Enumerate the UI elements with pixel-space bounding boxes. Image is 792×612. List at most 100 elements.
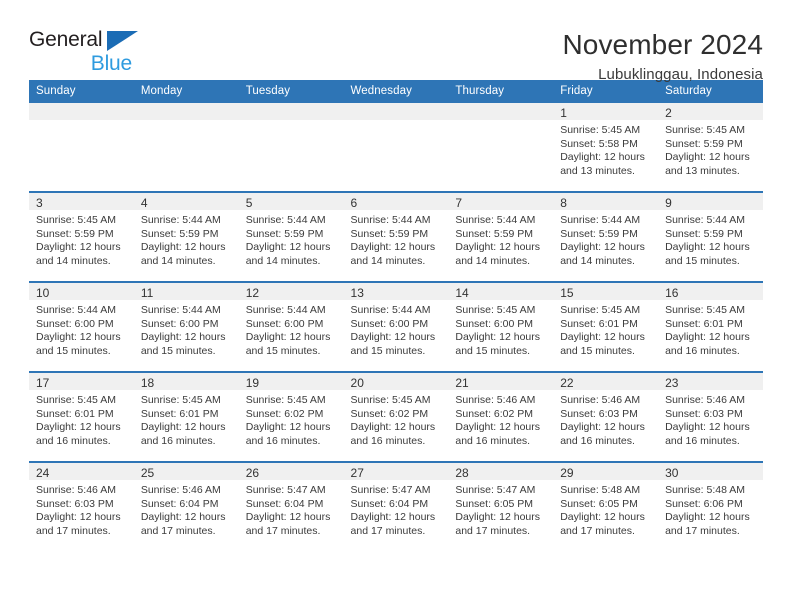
day-cell[interactable]: 19 Sunrise: 5:45 AM Sunset: 6:02 PM Dayl… [238, 371, 344, 462]
day-cell[interactable]: 6 Sunrise: 5:44 AM Sunset: 5:59 PM Dayli… [343, 191, 449, 282]
day-cell[interactable] [448, 103, 554, 192]
daylight-text-line2: and 15 minutes. [560, 344, 635, 357]
day-cell[interactable]: 22 Sunrise: 5:46 AM Sunset: 6:03 PM Dayl… [553, 371, 659, 462]
daylight-text-line2: and 17 minutes. [36, 524, 111, 537]
day-number: 13 [350, 286, 364, 300]
general-blue-logo[interactable]: General Blue [29, 28, 141, 76]
sunset-text: Sunset: 6:04 PM [350, 497, 429, 510]
daylight-text-line1: Daylight: 12 hours [140, 511, 226, 524]
sunset-text: Sunset: 6:00 PM [455, 317, 534, 330]
daylight-text-line2: and 16 minutes. [140, 434, 216, 447]
day-number: 26 [245, 466, 260, 480]
day-cell[interactable]: 7 Sunrise: 5:44 AM Sunset: 5:59 PM Dayli… [448, 191, 554, 282]
day-number: 5 [245, 196, 253, 210]
daylight-text-line2: and 15 minutes. [36, 344, 111, 357]
day-cell[interactable]: 13 Sunrise: 5:44 AM Sunset: 6:00 PM Dayl… [343, 281, 449, 372]
day-number-band: 19 [238, 373, 344, 390]
daylight-text-line2: and 14 minutes. [350, 254, 426, 267]
day-cell[interactable]: 4 Sunrise: 5:44 AM Sunset: 5:59 PM Dayli… [133, 191, 239, 282]
title-block: November 2024 Lubuklinggau, Indonesia [562, 28, 763, 86]
day-cell[interactable]: 24 Sunrise: 5:46 AM Sunset: 6:03 PM Dayl… [29, 461, 134, 551]
day-cell[interactable]: 9 Sunrise: 5:44 AM Sunset: 5:59 PM Dayli… [658, 191, 763, 282]
daylight-text-line2: and 14 minutes. [455, 254, 531, 267]
sunrise-text: Sunrise: 5:45 AM [245, 394, 326, 406]
daylight-text-line2: and 16 minutes. [665, 344, 740, 357]
day-cell[interactable]: 11 Sunrise: 5:44 AM Sunset: 6:00 PM Dayl… [133, 281, 239, 372]
sunset-text: Sunset: 6:05 PM [455, 497, 534, 510]
day-cell[interactable]: 12 Sunrise: 5:44 AM Sunset: 6:00 PM Dayl… [238, 281, 344, 372]
day-details: Sunrise: 5:45 AM Sunset: 6:01 PM Dayligh… [134, 390, 239, 448]
day-cell[interactable]: 29 Sunrise: 5:48 AM Sunset: 6:05 PM Dayl… [553, 461, 659, 551]
day-number-band [133, 103, 239, 120]
daylight-text-line2: and 16 minutes. [245, 434, 321, 447]
day-cell[interactable] [238, 103, 344, 192]
daylight-text-line2: and 15 minutes. [245, 344, 321, 357]
day-cell[interactable]: 20 Sunrise: 5:45 AM Sunset: 6:02 PM Dayl… [343, 371, 449, 462]
weekday-header-thursday: Thursday [448, 80, 554, 103]
daylight-text-line2: and 17 minutes. [455, 524, 531, 537]
sunrise-text: Sunrise: 5:44 AM [560, 214, 641, 226]
daylight-text-line2: and 14 minutes. [36, 254, 111, 267]
sunrise-text: Sunrise: 5:45 AM [665, 124, 746, 136]
calendar-week-row: 24 Sunrise: 5:46 AM Sunset: 6:03 PM Dayl… [29, 461, 763, 551]
daylight-text-line2: and 14 minutes. [140, 254, 216, 267]
day-cell[interactable]: 15 Sunrise: 5:45 AM Sunset: 6:01 PM Dayl… [553, 281, 659, 372]
day-cell[interactable]: 21 Sunrise: 5:46 AM Sunset: 6:02 PM Dayl… [448, 371, 554, 462]
day-number: 6 [350, 196, 358, 210]
day-cell[interactable]: 28 Sunrise: 5:47 AM Sunset: 6:05 PM Dayl… [448, 461, 554, 551]
day-cell[interactable]: 14 Sunrise: 5:45 AM Sunset: 6:00 PM Dayl… [448, 281, 554, 372]
sunrise-text: Sunrise: 5:44 AM [245, 304, 326, 316]
day-cell[interactable]: 1 Sunrise: 5:45 AM Sunset: 5:58 PM Dayli… [553, 103, 659, 192]
sunset-text: Sunset: 6:00 PM [245, 317, 324, 330]
day-cell[interactable]: 17 Sunrise: 5:45 AM Sunset: 6:01 PM Dayl… [29, 371, 134, 462]
day-cell[interactable]: 5 Sunrise: 5:44 AM Sunset: 5:59 PM Dayli… [238, 191, 344, 282]
day-cell[interactable]: 25 Sunrise: 5:46 AM Sunset: 6:04 PM Dayl… [133, 461, 239, 551]
daylight-text-line1: Daylight: 12 hours [350, 421, 436, 434]
day-cell[interactable]: 8 Sunrise: 5:44 AM Sunset: 5:59 PM Dayli… [553, 191, 659, 282]
day-details: Sunrise: 5:44 AM Sunset: 6:00 PM Dayligh… [29, 300, 134, 358]
day-details: Sunrise: 5:47 AM Sunset: 6:04 PM Dayligh… [344, 480, 449, 538]
day-number: 27 [350, 466, 364, 480]
day-number: 9 [665, 196, 672, 210]
day-cell[interactable]: 2 Sunrise: 5:45 AM Sunset: 5:59 PM Dayli… [658, 103, 763, 192]
day-cell[interactable]: 30 Sunrise: 5:48 AM Sunset: 6:06 PM Dayl… [658, 461, 763, 551]
day-cell[interactable]: 18 Sunrise: 5:45 AM Sunset: 6:01 PM Dayl… [133, 371, 239, 462]
day-number: 4 [140, 196, 148, 210]
day-cell[interactable]: 10 Sunrise: 5:44 AM Sunset: 6:00 PM Dayl… [29, 281, 134, 372]
day-cell[interactable]: 16 Sunrise: 5:45 AM Sunset: 6:01 PM Dayl… [658, 281, 763, 372]
day-cell[interactable]: 3 Sunrise: 5:45 AM Sunset: 5:59 PM Dayli… [29, 191, 134, 282]
sunrise-text: Sunrise: 5:45 AM [560, 124, 641, 136]
day-details: Sunrise: 5:44 AM Sunset: 6:00 PM Dayligh… [134, 300, 239, 358]
day-details [239, 120, 344, 124]
day-cell[interactable]: 27 Sunrise: 5:47 AM Sunset: 6:04 PM Dayl… [343, 461, 449, 551]
day-number-band: 13 [343, 283, 449, 300]
day-number: 16 [665, 286, 679, 300]
calendar-body: 1 Sunrise: 5:45 AM Sunset: 5:58 PM Dayli… [29, 103, 763, 551]
calendar-week-row: 1 Sunrise: 5:45 AM Sunset: 5:58 PM Dayli… [29, 103, 763, 192]
weekday-header-monday: Monday [133, 80, 239, 103]
weekday-header-sunday: Sunday [29, 80, 134, 103]
day-details: Sunrise: 5:45 AM Sunset: 5:59 PM Dayligh… [29, 210, 134, 268]
logo-line-blue: Blue [29, 52, 141, 76]
sunrise-text: Sunrise: 5:44 AM [36, 304, 116, 316]
page-title: November 2024 [562, 29, 763, 60]
day-cell[interactable] [29, 103, 134, 192]
day-cell[interactable] [133, 103, 239, 192]
sunset-text: Sunset: 6:04 PM [140, 497, 219, 510]
sunrise-text: Sunrise: 5:47 AM [455, 484, 536, 496]
day-number: 15 [560, 286, 574, 300]
day-number: 29 [560, 466, 574, 480]
day-number-band: 29 [553, 463, 659, 480]
sunset-text: Sunset: 6:01 PM [36, 407, 114, 420]
day-details: Sunrise: 5:45 AM Sunset: 6:01 PM Dayligh… [29, 390, 134, 448]
day-number-band: 8 [553, 193, 659, 210]
day-number: 24 [36, 466, 50, 480]
daylight-text-line1: Daylight: 12 hours [560, 511, 645, 524]
day-cell[interactable] [343, 103, 449, 192]
day-number-band [238, 103, 344, 120]
day-details: Sunrise: 5:44 AM Sunset: 6:00 PM Dayligh… [344, 300, 449, 358]
daylight-text-line2: and 17 minutes. [245, 524, 321, 537]
day-cell[interactable]: 23 Sunrise: 5:46 AM Sunset: 6:03 PM Dayl… [658, 371, 763, 462]
sunset-text: Sunset: 6:00 PM [140, 317, 219, 330]
day-cell[interactable]: 26 Sunrise: 5:47 AM Sunset: 6:04 PM Dayl… [238, 461, 344, 551]
